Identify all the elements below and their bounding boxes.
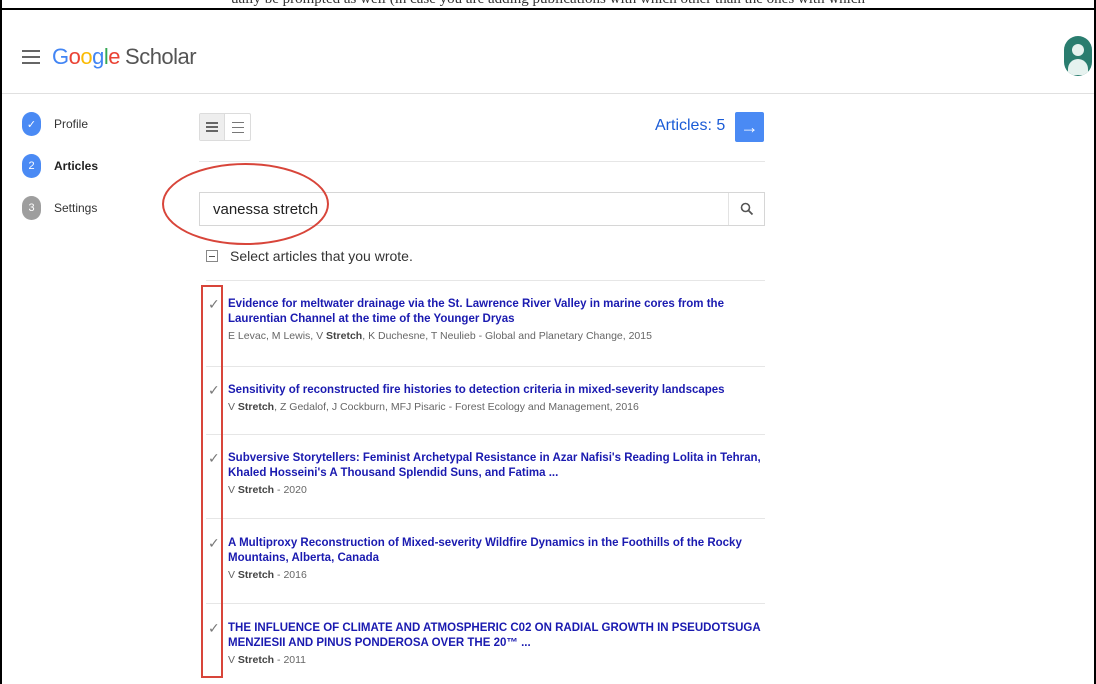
logo-letter: G — [52, 44, 69, 69]
article-title-link[interactable]: Evidence for meltwater drainage via the … — [228, 297, 768, 327]
article-meta: V Stretch - 2011 — [228, 652, 768, 668]
avatar-head — [1072, 44, 1084, 56]
logo-scholar-word: Scholar — [125, 44, 197, 69]
step-number: 3 — [22, 196, 41, 220]
meta-author-highlight: Stretch — [237, 654, 275, 666]
meta-author-highlight: Stretch — [237, 484, 275, 496]
top-app-bar: Google Scholar — [2, 10, 1094, 94]
article-meta: V Stretch, Z Gedalof, J Cockburn, MFJ Pi… — [228, 399, 768, 415]
divider — [206, 280, 765, 281]
step-profile[interactable]: ✓ Profile — [22, 112, 98, 154]
search-button[interactable] — [728, 193, 764, 225]
article-title-link[interactable]: A Multiproxy Reconstruction of Mixed-sev… — [228, 536, 768, 566]
meta-authors-before: V — [228, 484, 238, 496]
setup-steps: ✓ Profile 2 Articles 3 Settings — [22, 112, 98, 238]
meta-authors-before: V — [228, 569, 238, 581]
search-input[interactable] — [200, 193, 720, 225]
view-toggle — [199, 113, 251, 141]
article-meta: V Stretch - 2020 — [228, 482, 768, 498]
select-all-row: Select articles that you wrote. — [206, 248, 413, 264]
step-label: Articles — [54, 159, 99, 173]
meta-authors-after: - 2020 — [274, 484, 307, 496]
hamburger-menu-icon[interactable] — [22, 50, 40, 64]
divider — [199, 161, 765, 162]
account-avatar[interactable] — [1064, 36, 1092, 76]
article-title-link[interactable]: THE INFLUENCE OF CLIMATE AND ATMOSPHERIC… — [228, 621, 768, 651]
article-title-link[interactable]: Sensitivity of reconstructed fire histor… — [228, 383, 768, 398]
divider — [206, 518, 765, 519]
divider — [206, 366, 765, 367]
meta-authors-after: - 2016 — [274, 569, 307, 581]
step-label: Settings — [54, 201, 98, 215]
next-arrow-button[interactable]: → — [735, 112, 764, 142]
divider — [206, 603, 765, 604]
article-meta: E Levac, M Lewis, V Stretch, K Duchesne,… — [228, 328, 768, 344]
compact-list-view-button[interactable] — [200, 114, 226, 140]
article-checkbox-checked-icon[interactable]: ✓ — [208, 536, 222, 550]
select-instruction: Select articles that you wrote. — [230, 248, 413, 264]
articles-count: Articles: 5 — [655, 117, 726, 134]
meta-authors-before: E Levac, M Lewis, V — [228, 330, 327, 342]
step-settings[interactable]: 3 Settings — [22, 196, 98, 238]
meta-authors-after: , K Duchesne, T Neulieb - Global and Pla… — [362, 330, 652, 342]
article-checkbox-checked-icon[interactable]: ✓ — [208, 383, 222, 397]
avatar-body — [1068, 59, 1088, 75]
search-icon — [740, 202, 753, 216]
google-scholar-logo[interactable]: Google Scholar — [52, 44, 197, 70]
detailed-list-view-button[interactable] — [225, 114, 250, 140]
step-articles[interactable]: 2 Articles — [22, 154, 98, 196]
step-check-icon: ✓ — [22, 112, 41, 136]
logo-letter: o — [68, 44, 81, 69]
meta-authors-before: V — [228, 401, 238, 413]
logo-letter: g — [92, 44, 104, 69]
step-number: 2 — [22, 154, 41, 178]
article-checkbox-checked-icon[interactable]: ✓ — [208, 621, 222, 635]
meta-authors-before: V — [228, 654, 238, 666]
select-all-checkbox[interactable] — [206, 250, 218, 262]
meta-authors-after: , Z Gedalof, J Cockburn, MFJ Pisaric - F… — [274, 401, 639, 413]
meta-authors-after: - 2011 — [274, 654, 307, 666]
logo-letter: e — [108, 44, 121, 69]
article-checkbox-checked-icon[interactable]: ✓ — [208, 297, 222, 311]
meta-author-highlight: Stretch — [237, 401, 275, 413]
article-title-link[interactable]: Subversive Storytellers: Feminist Archet… — [228, 451, 768, 481]
divider — [206, 434, 765, 435]
meta-author-highlight: Stretch — [326, 330, 363, 342]
step-label: Profile — [54, 117, 89, 131]
meta-author-highlight: Stretch — [237, 569, 275, 581]
article-checkbox-checked-icon[interactable]: ✓ — [208, 451, 222, 465]
logo-letter: o — [80, 44, 93, 69]
article-meta: V Stretch - 2016 — [228, 567, 768, 583]
search-box — [199, 192, 765, 226]
